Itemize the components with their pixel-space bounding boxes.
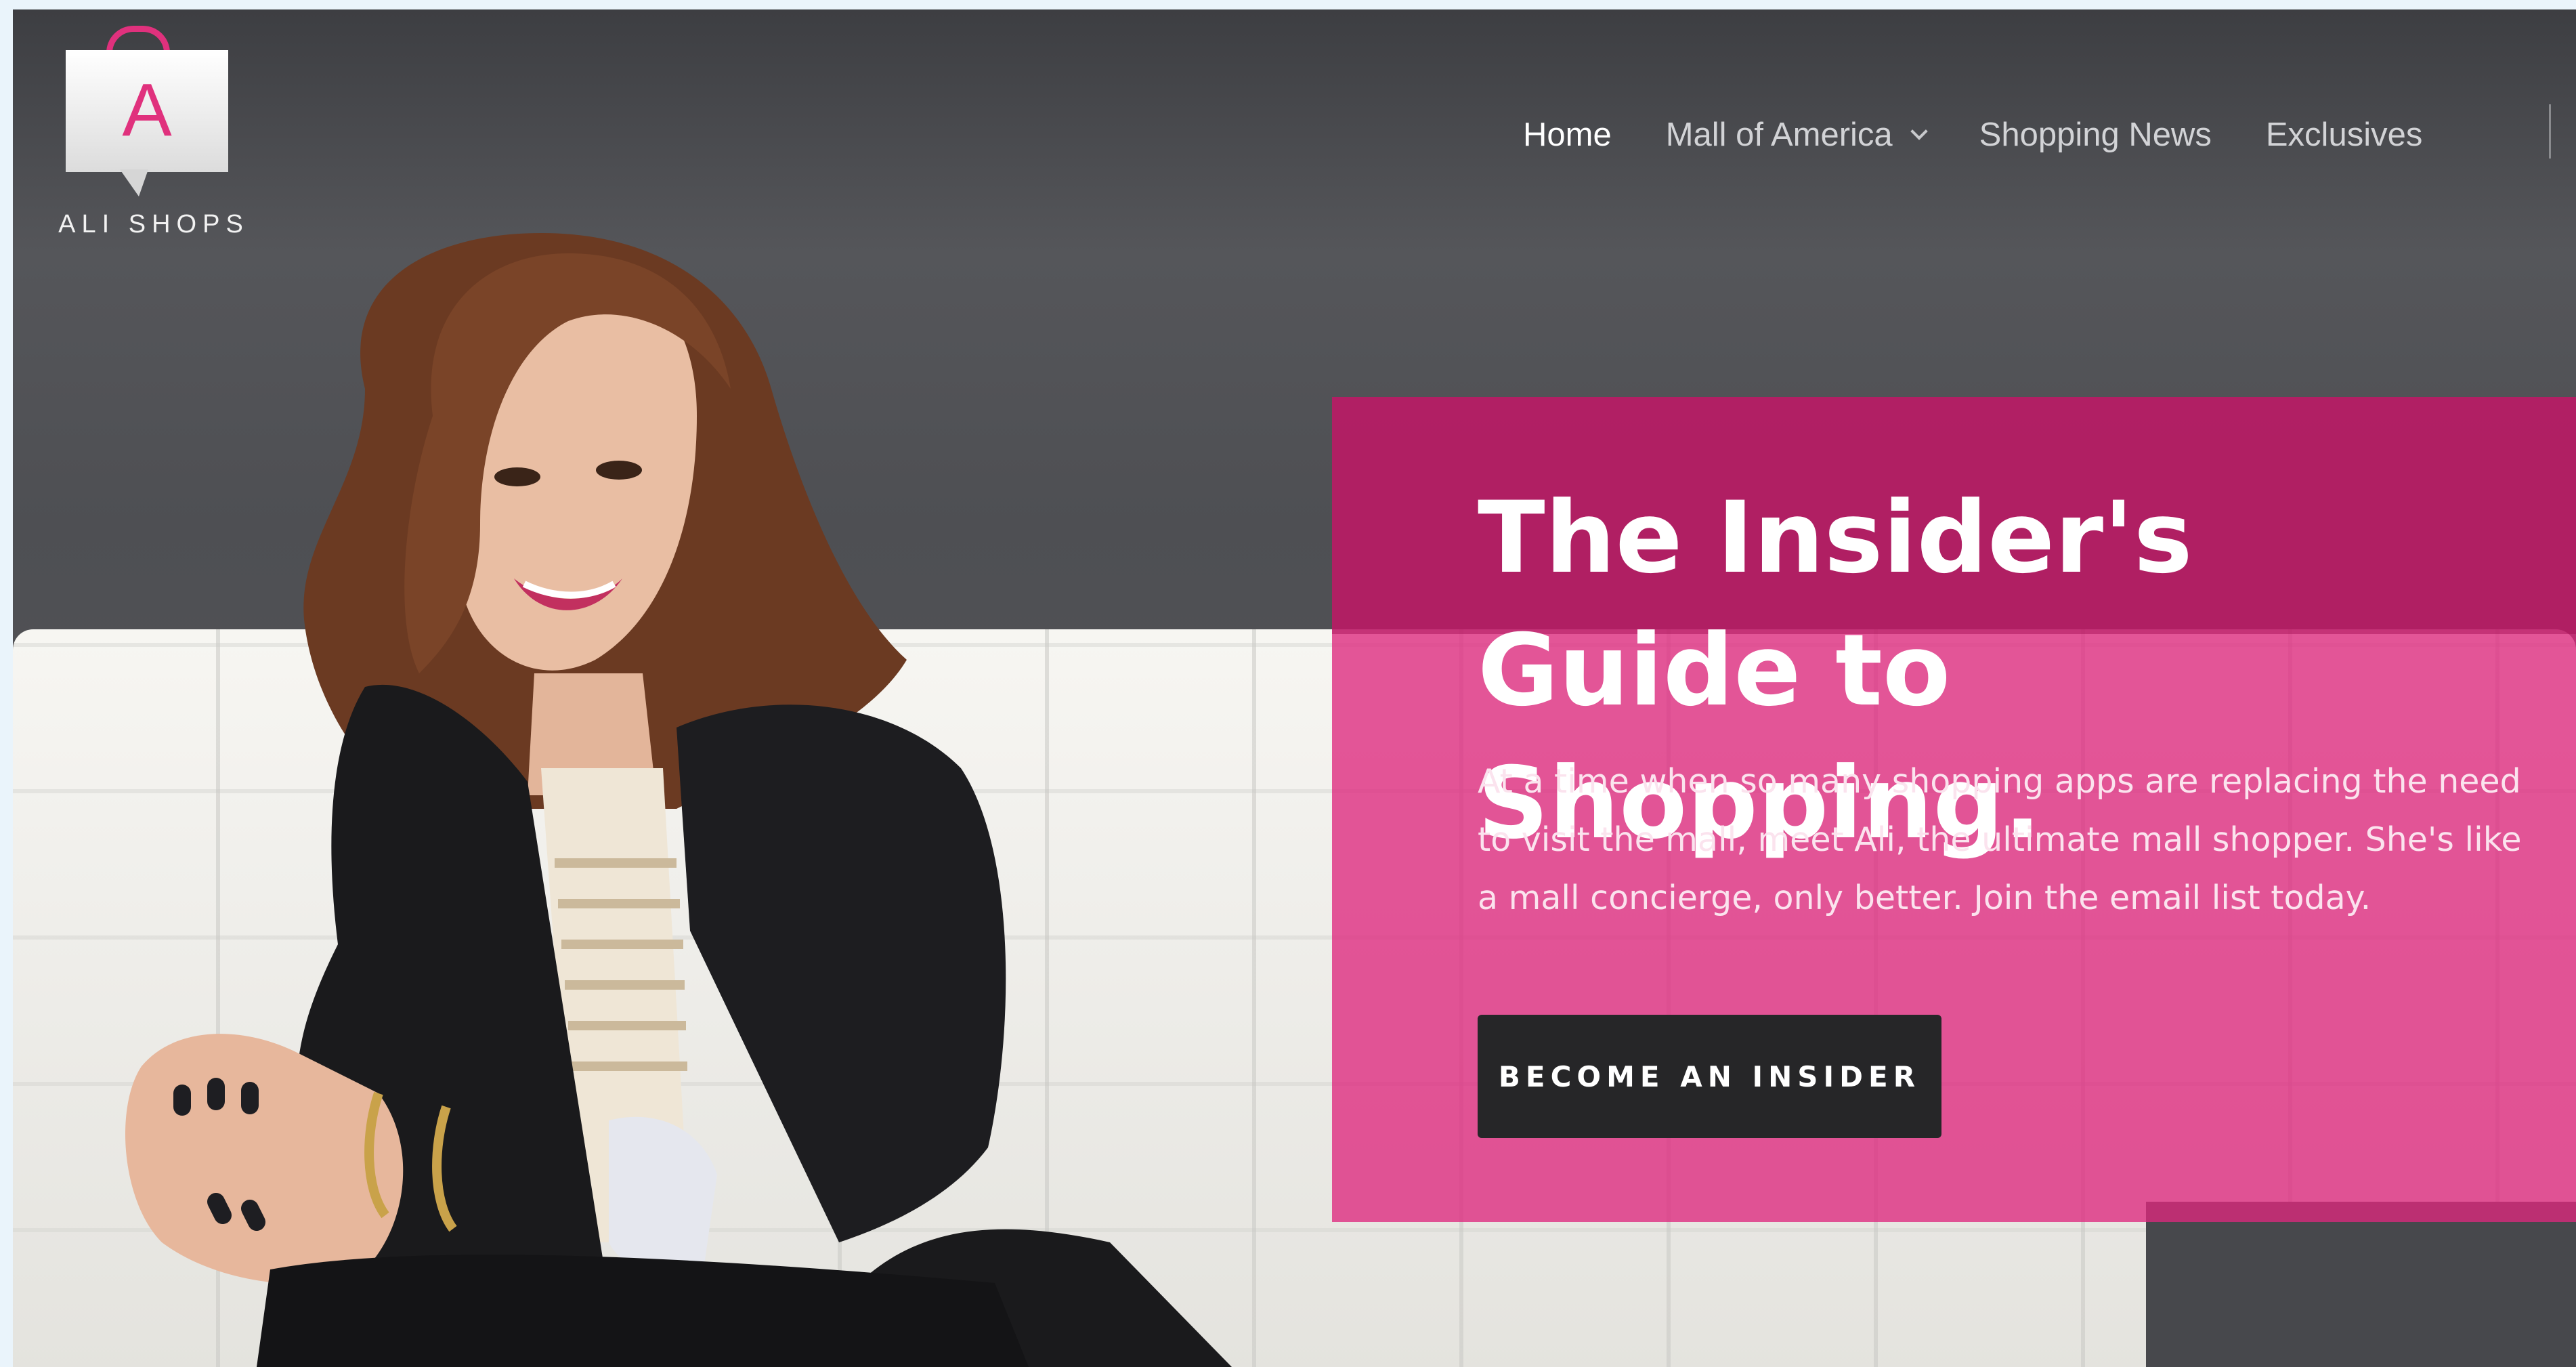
hero-panel: The Insider's Guide to Shopping. At a ti… <box>1332 397 2576 1222</box>
nav-item-home[interactable]: Home <box>1523 116 1612 154</box>
nav-item-label: Mall of America <box>1665 117 1893 153</box>
page-frame: A ALI SHOPS Home Mall of America Shoppin… <box>13 9 2576 1367</box>
site-logo[interactable]: A ALI SHOPS <box>52 16 249 247</box>
become-insider-button[interactable]: BECOME AN INSIDER <box>1478 1015 1941 1138</box>
nav-item-mall-of-america[interactable]: Mall of America <box>1665 116 1928 154</box>
nav-item-label: Shopping News <box>1979 117 2212 153</box>
nav-item-label: Home <box>1523 117 1612 153</box>
logo-wordmark: ALI SHOPS <box>58 210 249 238</box>
nav-item-exclusives[interactable]: Exclusives <box>2266 116 2422 154</box>
nav-item-shopping-news[interactable]: Shopping News <box>1979 116 2212 154</box>
nav-divider <box>2549 104 2551 159</box>
chevron-down-icon <box>1910 123 1928 140</box>
main-navigation: Home Mall of America Shopping News Exclu… <box>1523 104 2476 165</box>
bag-tab-shape <box>120 169 148 196</box>
logo-letter: A <box>122 68 172 152</box>
nav-item-label: Exclusives <box>2265 117 2423 153</box>
hero-description: At a time when so many shopping apps are… <box>1478 762 2522 917</box>
